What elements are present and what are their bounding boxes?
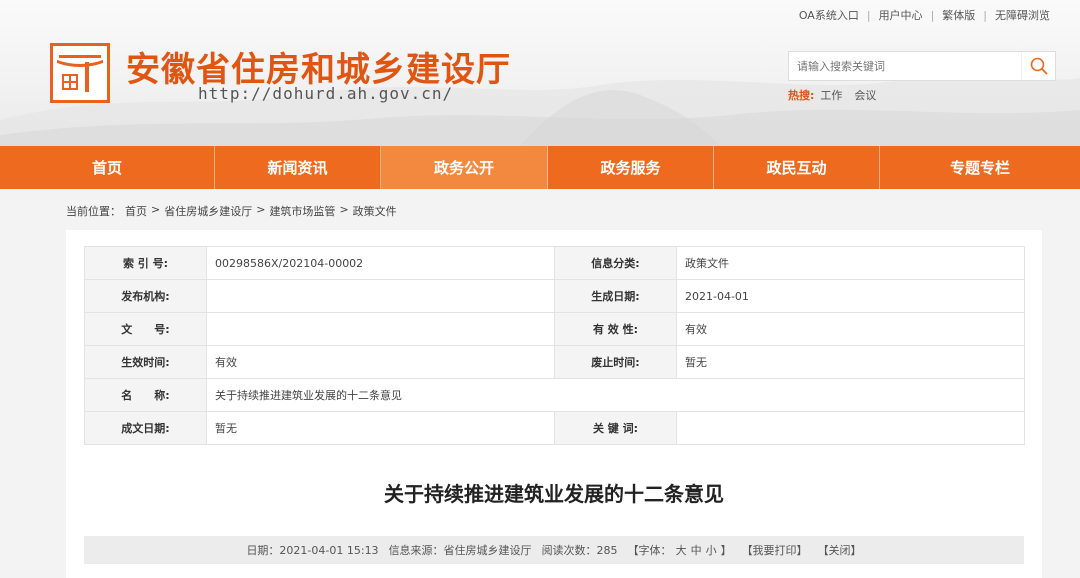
breadcrumb-separator: > (256, 203, 266, 216)
emblem-logo-icon (57, 55, 103, 92)
table-row: 生效时间: 有效 废止时间: 暂无 (84, 345, 1025, 379)
table-row: 成文日期: 暂无 关 键 词: (84, 411, 1025, 445)
font-medium-button[interactable]: 中 (691, 542, 702, 558)
repeal-value: 暂无 (676, 345, 1025, 379)
nav-news[interactable]: 新闻资讯 (215, 146, 381, 189)
nav-services[interactable]: 政务服务 (548, 146, 714, 189)
hot-word-work[interactable]: 工作 (820, 87, 842, 103)
top-links: OA系统入口 | 用户中心 | 繁体版 | 无障碍浏览 (799, 7, 1050, 23)
breadcrumb-separator: > (339, 203, 349, 216)
font-large-button[interactable]: 大 (676, 542, 687, 558)
category-label: 信息分类: (554, 246, 677, 280)
oa-link[interactable]: OA系统入口 (799, 7, 859, 23)
table-row: 索 引 号: 00298586X/202104-00002 信息分类: 政策文件 (84, 246, 1025, 280)
repeal-label: 废止时间: (554, 345, 677, 379)
font-size-prefix: 【字体： (627, 544, 672, 557)
separator: | (930, 8, 935, 22)
nav-interaction[interactable]: 政民互动 (714, 146, 880, 189)
font-size-suffix: 】 (720, 544, 732, 557)
breadcrumb-prefix: 当前位置： (66, 205, 121, 218)
docno-label: 文 号: (84, 312, 207, 346)
table-row: 文 号: 有 效 性: 有效 (84, 312, 1025, 346)
emblem-logo[interactable] (50, 43, 110, 103)
category-value: 政策文件 (676, 246, 1025, 280)
written-date-value: 暂无 (206, 411, 555, 445)
print-button[interactable]: 【我要打印】 (742, 542, 808, 558)
article-title: 关于持续推进建筑业发展的十二条意见 (384, 482, 724, 506)
main-nav: 首页 新闻资讯 政务公开 政务服务 政民互动 专题专栏 (0, 146, 1080, 189)
publisher-label: 发布机构: (84, 279, 207, 313)
article-views: 阅读次数：285 (541, 544, 618, 557)
hot-search: 热搜: 工作 会议 (788, 87, 876, 103)
name-value: 关于持续推进建筑业发展的十二条意见 (206, 378, 1025, 412)
keywords-label: 关 键 词: (554, 411, 677, 445)
separator: | (866, 8, 871, 22)
breadcrumb-market[interactable]: 建筑市场监管 (269, 203, 335, 219)
breadcrumb: 当前位置： 首页 > 省住房城乡建设厅 > 建筑市场监管 > 政策文件 (66, 203, 397, 219)
nav-home[interactable]: 首页 (0, 146, 215, 189)
article-source: 信息来源：省住房城乡建设厅 (388, 544, 532, 557)
search-box (788, 51, 1056, 81)
font-small-button[interactable]: 小 (706, 542, 717, 558)
keywords-value (676, 411, 1025, 445)
breadcrumb-department[interactable]: 省住房城乡建设厅 (164, 203, 252, 219)
font-size-controls: 【字体： 大 中 小 】 (628, 542, 732, 558)
article-date: 日期：2021-04-01 15:13 (246, 544, 379, 557)
table-row: 名 称: 关于持续推进建筑业发展的十二条意见 (84, 378, 1025, 412)
name-label: 名 称: (84, 378, 207, 412)
effective-value: 有效 (206, 345, 555, 379)
article-info-bar: 日期：2021-04-01 15:13 信息来源：省住房城乡建设厅 阅读次数：2… (84, 536, 1024, 564)
publisher-value (206, 279, 555, 313)
nav-government-affairs[interactable]: 政务公开 (381, 146, 548, 189)
site-header: OA系统入口 | 用户中心 | 繁体版 | 无障碍浏览 安徽省住房和城乡建设厅 … (0, 0, 1080, 146)
user-center-link[interactable]: 用户中心 (879, 7, 923, 23)
hot-search-label: 热搜: (788, 89, 815, 102)
article-container: 索 引 号: 00298586X/202104-00002 信息分类: 政策文件… (66, 230, 1042, 578)
table-row: 发布机构: 生成日期: 2021-04-01 (84, 279, 1025, 313)
accessibility-link[interactable]: 无障碍浏览 (995, 7, 1050, 23)
docno-value (206, 312, 555, 346)
nav-topics[interactable]: 专题专栏 (880, 146, 1080, 189)
close-button[interactable]: 【关闭】 (818, 542, 862, 558)
index-label: 索 引 号: (84, 246, 207, 280)
search-input[interactable] (789, 52, 1021, 80)
validity-value: 有效 (676, 312, 1025, 346)
hot-word-meeting[interactable]: 会议 (854, 87, 876, 103)
traditional-chinese-link[interactable]: 繁体版 (942, 7, 975, 23)
gen-date-value: 2021-04-01 (676, 279, 1025, 313)
effective-label: 生效时间: (84, 345, 207, 379)
site-url: http://dohurd.ah.gov.cn/ (198, 84, 454, 103)
index-value: 00298586X/202104-00002 (206, 246, 555, 280)
metadata-table: 索 引 号: 00298586X/202104-00002 信息分类: 政策文件… (84, 246, 1025, 445)
search-button[interactable] (1021, 52, 1055, 80)
separator: | (983, 8, 987, 22)
breadcrumb-home[interactable]: 首页 (125, 203, 147, 219)
written-date-label: 成文日期: (84, 411, 207, 445)
search-icon (1030, 57, 1047, 75)
breadcrumb-separator: > (151, 203, 161, 216)
gen-date-label: 生成日期: (554, 279, 677, 313)
validity-label: 有 效 性: (554, 312, 677, 346)
breadcrumb-policy[interactable]: 政策文件 (353, 203, 397, 219)
